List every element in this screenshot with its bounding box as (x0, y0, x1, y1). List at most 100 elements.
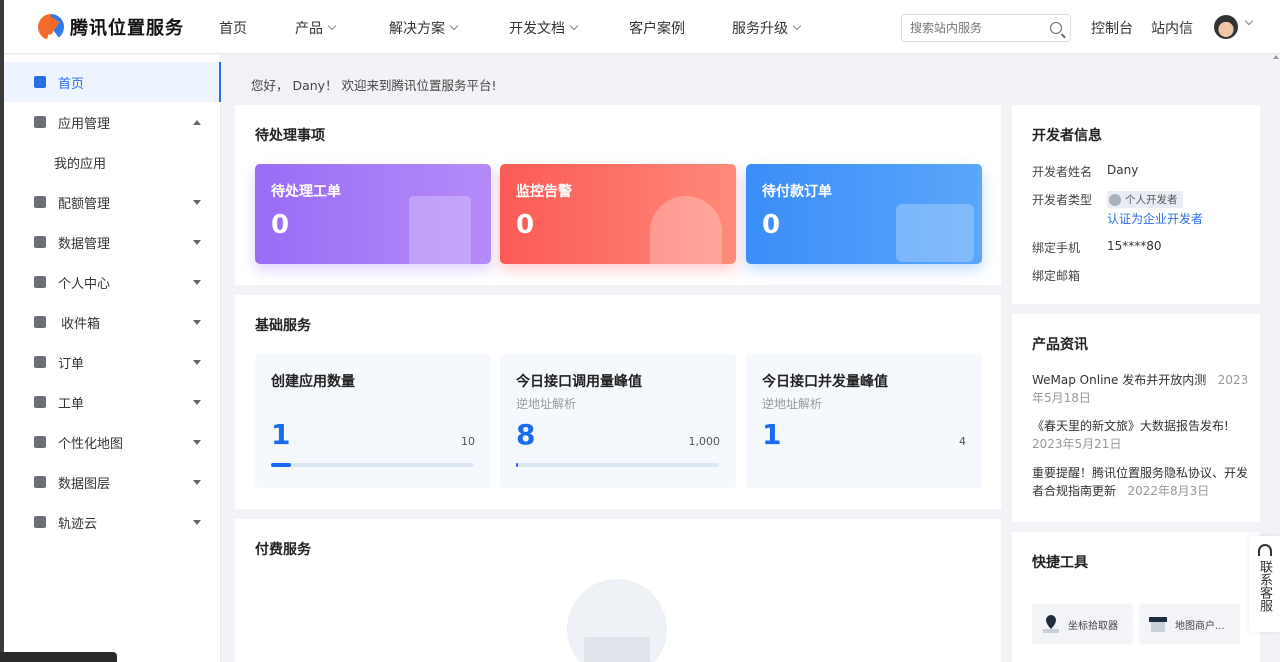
map-icon (34, 436, 46, 448)
email-label: 绑定邮箱 (1032, 269, 1081, 283)
chevron-down-icon (569, 21, 579, 31)
chevron-down-icon (449, 21, 459, 31)
monitor-alert-card[interactable]: 监控告警 0 (500, 164, 736, 264)
news-item[interactable]: WeMap Online 发布并开放内测 2023年5月18日 (1032, 371, 1252, 407)
developer-name: Dany (1107, 163, 1139, 177)
phone-label: 绑定手机 (1032, 241, 1081, 255)
usage-progress-bar (271, 463, 474, 467)
brand-name: 腾讯位置服务 (70, 18, 184, 39)
basic-services-panel: 基础服务 创建应用数量 1 10 今日接口调用量峰值 逆地址解析 8 1,000… (235, 295, 1001, 509)
tool-coordinate-picker[interactable]: 坐标拾取器 (1032, 604, 1133, 644)
developer-type-label: 开发者类型 (1032, 193, 1093, 207)
chevron-down-icon[interactable] (1244, 16, 1254, 26)
chevron-down-icon (792, 21, 802, 31)
sidebar-item-data[interactable]: 数据管理 (4, 222, 221, 262)
caret-down-icon (193, 319, 201, 325)
nav-item-products[interactable]: 产品 (295, 18, 337, 38)
panel-title: 待处理事项 (255, 128, 325, 144)
developer-name-label: 开发者姓名 (1032, 165, 1093, 179)
panel-title: 产品资讯 (1032, 337, 1088, 353)
grid-icon (34, 116, 46, 128)
map-pin-icon (1043, 615, 1059, 633)
bell-icon (650, 196, 722, 264)
track-icon (34, 516, 46, 528)
database-icon (34, 236, 46, 248)
enterprise-verify-link[interactable]: 认证为企业开发者 (1107, 210, 1203, 227)
caret-up-icon (193, 119, 201, 125)
top-navbar: 腾讯位置服务 首页 产品 解决方案 开发文档 客户案例 服务升级 控制台 站内信 (4, 0, 1280, 54)
sidebar-item-orders[interactable]: 订单 (4, 342, 221, 382)
console-link[interactable]: 控制台 (1091, 18, 1133, 38)
sidebar-item-data-layers[interactable]: 数据图层 (4, 462, 221, 502)
nav-item-cases[interactable]: 客户案例 (629, 18, 685, 38)
wallet-icon (896, 204, 974, 262)
sidebar-item-profile[interactable]: 个人中心 (4, 262, 221, 302)
developer-info-panel: 开发者信息 开发者姓名 Dany 开发者类型 个人开发者 认证为企业开发者 绑定… (1012, 105, 1260, 304)
user-icon (1109, 193, 1121, 206)
panel-title: 付费服务 (255, 542, 311, 558)
user-icon (34, 276, 46, 288)
search-input[interactable] (910, 21, 1040, 35)
pending-panel: 待处理事项 待处理工单 0 监控告警 0 待付款订单 0 (235, 105, 1001, 285)
sidebar-item-track-cloud[interactable]: 轨迹云 (4, 502, 221, 542)
inbox-link[interactable]: 站内信 (1151, 18, 1193, 38)
empty-state-illustration (567, 579, 667, 662)
headset-icon (1257, 544, 1272, 556)
nav-item-solutions[interactable]: 解决方案 (389, 18, 459, 38)
sidebar-item-tickets[interactable]: 工单 (4, 382, 221, 422)
pending-tickets-card[interactable]: 待处理工单 0 (255, 164, 491, 264)
nav-item-home[interactable]: 首页 (219, 18, 247, 38)
tool-map-merchant[interactable]: 地图商户... (1139, 604, 1240, 644)
clipboard-icon (409, 196, 471, 264)
site-search[interactable] (901, 14, 1071, 42)
service-card-api-calls[interactable]: 今日接口调用量峰值 逆地址解析 8 1,000 (500, 354, 736, 488)
home-list-icon (34, 76, 46, 88)
service-card-concurrency[interactable]: 今日接口并发量峰值 逆地址解析 1 4 (746, 354, 982, 488)
brand-logo[interactable]: 腾讯位置服务 (38, 14, 184, 40)
caret-down-icon (193, 199, 201, 205)
caret-down-icon (193, 479, 201, 485)
logo-mark-icon (38, 14, 64, 40)
unpaid-orders-card[interactable]: 待付款订单 0 (746, 164, 982, 264)
panel-title: 快捷工具 (1032, 555, 1088, 571)
caret-down-icon (193, 399, 201, 405)
search-icon[interactable] (1050, 22, 1062, 34)
caret-down-icon (193, 519, 201, 525)
caret-down-icon (193, 239, 201, 245)
nav-item-docs[interactable]: 开发文档 (509, 18, 579, 38)
scroll-up-arrow[interactable] (1273, 55, 1279, 59)
service-card-apps[interactable]: 创建应用数量 1 10 (255, 354, 491, 488)
layers-icon (34, 476, 46, 488)
sidebar-item-quota[interactable]: 配额管理 (4, 182, 221, 222)
avatar[interactable] (1214, 15, 1238, 39)
caret-down-icon (193, 279, 201, 285)
sidebar: 首页 应用管理 我的应用 配额管理 数据管理 个人中心 收件箱 订单 工单 个性… (4, 55, 221, 662)
news-item[interactable]: 重要提醒！腾讯位置服务隐私协议、开发者合规指南更新 2022年8月3日 (1032, 464, 1252, 500)
panel-title: 开发者信息 (1032, 128, 1102, 144)
quick-tools-panel: 快捷工具 坐标拾取器 地图商户... (1012, 532, 1260, 662)
panel-title: 基础服务 (255, 318, 311, 334)
news-item[interactable]: 《春天里的新文旅》大数据报告发布! 2023年5月21日 (1032, 417, 1252, 453)
phone-value: 15****80 (1107, 239, 1162, 253)
sidebar-item-home[interactable]: 首页 (4, 62, 221, 102)
product-news-panel: 产品资讯 WeMap Online 发布并开放内测 2023年5月18日 《春天… (1012, 314, 1260, 522)
sidebar-item-custom-map[interactable]: 个性化地图 (4, 422, 221, 462)
status-bar-url (0, 652, 117, 662)
chart-icon (34, 196, 46, 208)
sidebar-item-my-apps[interactable]: 我的应用 (4, 142, 221, 182)
caret-down-icon (193, 439, 201, 445)
store-icon (1149, 617, 1167, 632)
mail-icon (34, 316, 46, 328)
chevron-down-icon (327, 21, 337, 31)
developer-type-badge: 个人开发者 (1107, 191, 1183, 209)
sidebar-item-app-management[interactable]: 应用管理 (4, 102, 221, 142)
paid-services-panel: 付费服务 (235, 519, 1001, 662)
caret-down-icon (193, 359, 201, 365)
clipboard-icon (34, 356, 46, 368)
ticket-icon (34, 396, 46, 408)
nav-item-upgrade[interactable]: 服务升级 (732, 18, 802, 38)
sidebar-item-inbox[interactable]: 收件箱 (4, 302, 221, 342)
greeting-text: 您好， Dany！ 欢迎来到腾讯位置服务平台! (251, 78, 497, 93)
contact-support-button[interactable]: 联系客服 (1249, 536, 1280, 632)
usage-progress-bar (516, 463, 719, 467)
